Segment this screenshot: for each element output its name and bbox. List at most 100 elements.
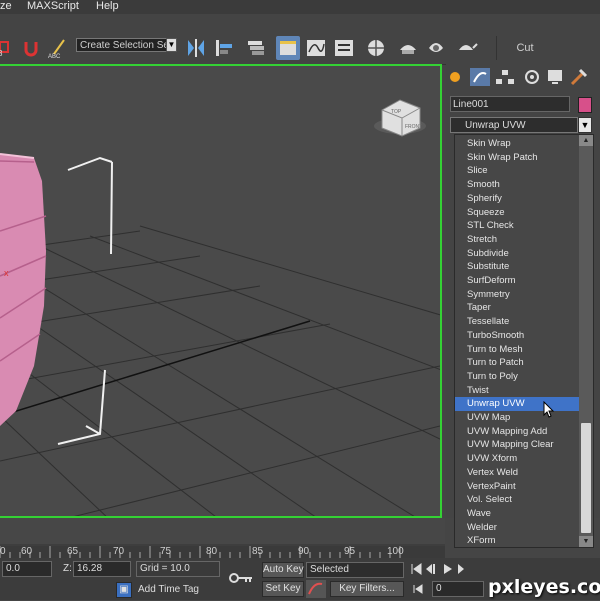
- selection-set-dropdown[interactable]: Create Selection Se: [76, 38, 176, 52]
- add-time-tag[interactable]: Add Time Tag: [138, 584, 199, 595]
- timeline-tick: 70: [113, 546, 125, 557]
- modifier-item[interactable]: Turn to Mesh: [455, 343, 579, 357]
- modifier-item[interactable]: Turn to Poly: [455, 370, 579, 384]
- bounding-box-top: [67, 156, 113, 255]
- modifier-item[interactable]: Tessellate: [455, 315, 579, 329]
- schematic-view-icon[interactable]: [332, 36, 356, 60]
- y-coordinate-field[interactable]: 0.0: [2, 561, 52, 577]
- create-tab-icon[interactable]: [450, 72, 460, 82]
- modifier-item[interactable]: UVW Map: [455, 411, 579, 425]
- scene-explorer-icon[interactable]: [276, 36, 300, 60]
- modifier-item[interactable]: Squeeze: [455, 206, 579, 220]
- modifier-item[interactable]: Symmetry: [455, 288, 579, 302]
- viewcube-front-label: FRONT: [405, 124, 422, 130]
- chevron-down-icon[interactable]: ▼: [578, 117, 592, 133]
- modifier-item[interactable]: TurboSmooth: [455, 329, 579, 343]
- chevron-down-icon[interactable]: ▼: [166, 38, 177, 52]
- object-color-swatch[interactable]: [578, 97, 592, 113]
- modifier-item[interactable]: Welder: [455, 521, 579, 535]
- edit-named-selections-icon[interactable]: ABC: [46, 36, 70, 60]
- modifier-item[interactable]: Vol. Select: [455, 493, 579, 507]
- menu-item-maxscript[interactable]: MAXScript: [27, 0, 79, 12]
- modifier-item[interactable]: Turn to Patch: [455, 356, 579, 370]
- scrollbar-thumb[interactable]: [581, 423, 591, 533]
- render-setup-icon[interactable]: [396, 36, 420, 60]
- key-mode-dropdown[interactable]: Selected: [306, 562, 404, 578]
- modifier-item[interactable]: Stretch: [455, 233, 579, 247]
- snap-toggle-icon[interactable]: 3: [0, 36, 20, 60]
- utilities-tab-icon[interactable]: [570, 68, 588, 86]
- modifier-item[interactable]: Substitute: [455, 260, 579, 274]
- align-icon[interactable]: [212, 36, 236, 60]
- modifier-item[interactable]: Subdivide: [455, 247, 579, 261]
- grid-readout: Grid = 10.0: [136, 561, 220, 577]
- modifier-item[interactable]: Skin Wrap: [455, 137, 579, 151]
- mirror-icon[interactable]: [184, 36, 208, 60]
- scroll-up-icon[interactable]: ▲: [579, 135, 593, 146]
- object-name-field[interactable]: Line001: [450, 96, 570, 112]
- curve-editor-icon[interactable]: [304, 36, 328, 60]
- previous-frame-icon[interactable]: [426, 564, 435, 574]
- menu-item-help[interactable]: Help: [96, 0, 119, 12]
- modifier-item[interactable]: UVW Xform: [455, 452, 579, 466]
- set-key-button[interactable]: Set Key: [262, 581, 304, 597]
- timeline-tick: 100: [387, 546, 404, 557]
- menu-item-partial[interactable]: ze: [0, 0, 12, 12]
- pink-vase-object[interactable]: [0, 154, 46, 426]
- z-label: Z:: [63, 563, 72, 574]
- render-teapot-icon[interactable]: [454, 36, 478, 60]
- modifier-item[interactable]: STL Check: [455, 219, 579, 233]
- play-icon[interactable]: [444, 564, 452, 574]
- perspective-viewport[interactable]: x TOP FRONT: [0, 64, 442, 518]
- modifier-item[interactable]: UVW Mapping Clear: [455, 438, 579, 452]
- timeline-tick: 80: [206, 546, 218, 557]
- layer-manager-icon[interactable]: [244, 36, 268, 60]
- abc-label: ABC: [48, 54, 61, 60]
- timeline-tick: 95: [344, 546, 356, 557]
- next-frame-icon[interactable]: [458, 564, 464, 574]
- modifier-item[interactable]: XForm: [455, 534, 579, 547]
- rendered-frame-icon[interactable]: [424, 36, 448, 60]
- playback-controls: [410, 561, 466, 577]
- go-to-start-icon[interactable]: [411, 563, 422, 575]
- current-frame-field[interactable]: 0: [432, 581, 484, 597]
- viewcube-icon[interactable]: TOP FRONT: [374, 99, 426, 137]
- hierarchy-tab-icon[interactable]: [496, 70, 514, 84]
- timeline-tick: 60: [21, 546, 33, 557]
- material-editor-icon[interactable]: [364, 36, 388, 60]
- modifier-list-dropdown[interactable]: Unwrap UVW: [450, 117, 578, 133]
- display-tab-icon[interactable]: [548, 70, 562, 84]
- key-mode-toggle-icon[interactable]: [412, 583, 428, 595]
- modifier-item[interactable]: Twist: [455, 384, 579, 398]
- ground-grid: [0, 225, 440, 516]
- time-tag-icon[interactable]: ▣: [116, 582, 132, 598]
- key-tangent-icon[interactable]: [306, 580, 326, 598]
- modify-tab-icon[interactable]: [470, 68, 490, 86]
- list-scrollbar[interactable]: ▲ ▼: [579, 135, 593, 547]
- modifier-item[interactable]: Spherify: [455, 192, 579, 206]
- key-icon[interactable]: [228, 568, 254, 588]
- modifier-item[interactable]: VertexPaint: [455, 480, 579, 494]
- motion-tab-icon[interactable]: [525, 70, 539, 84]
- modifier-item[interactable]: SurfDeform: [455, 274, 579, 288]
- modifier-item[interactable]: UVW Mapping Add: [455, 425, 579, 439]
- menu-bar: ze MAXScript Help: [0, 0, 600, 14]
- z-coordinate-field[interactable]: 16.28: [73, 561, 131, 577]
- auto-key-button[interactable]: Auto Key: [262, 562, 304, 578]
- timeline-tick: 65: [67, 546, 79, 557]
- magnet-snap-icon[interactable]: [20, 36, 44, 60]
- modifier-item-selected[interactable]: Unwrap UVW: [455, 397, 579, 411]
- modifier-item[interactable]: Smooth: [455, 178, 579, 192]
- modifier-item[interactable]: Wave: [455, 507, 579, 521]
- svg-text:3: 3: [0, 49, 3, 58]
- modifier-item[interactable]: Taper: [455, 301, 579, 315]
- modifier-item[interactable]: Slice: [455, 164, 579, 178]
- bounding-box-bottom: [57, 369, 106, 445]
- cut-button[interactable]: Cut: [496, 36, 553, 60]
- timeline-tick: 85: [252, 546, 264, 557]
- modifier-item[interactable]: Skin Wrap Patch: [455, 151, 579, 165]
- axis-x-label: x: [4, 268, 9, 278]
- modifier-item[interactable]: Vertex Weld: [455, 466, 579, 480]
- key-filters-button[interactable]: Key Filters...: [330, 581, 404, 597]
- scroll-down-icon[interactable]: ▼: [579, 536, 593, 547]
